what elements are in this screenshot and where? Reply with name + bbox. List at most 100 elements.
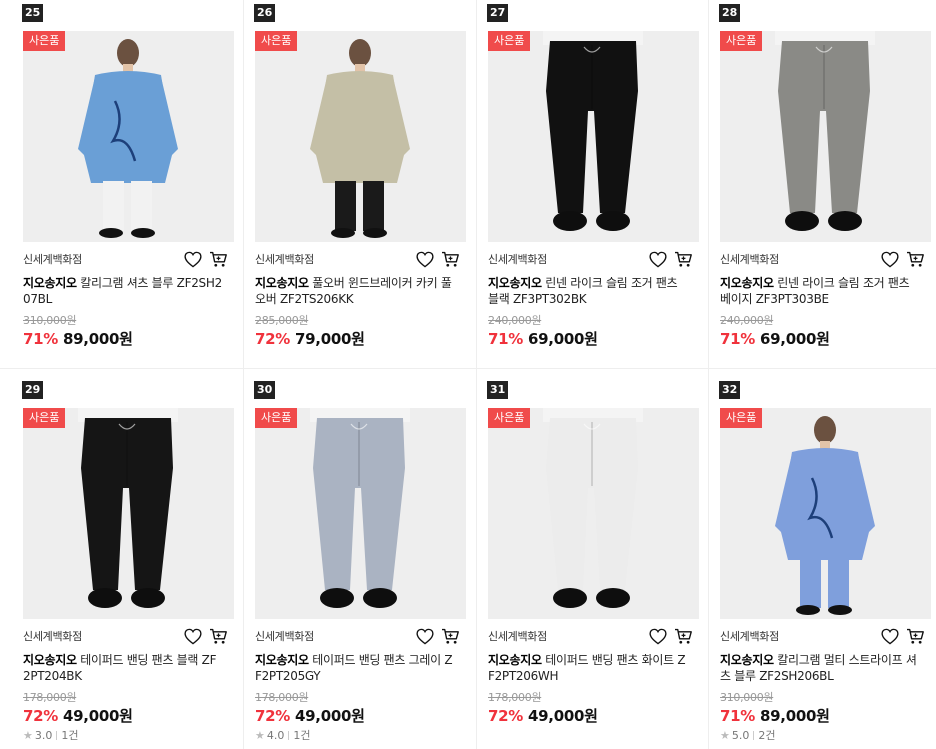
review-count[interactable]: 1건 <box>293 729 310 742</box>
price-amount: 49,000원 <box>528 707 598 725</box>
product-photo <box>488 31 699 242</box>
product-image[interactable]: 사은품 <box>488 408 699 619</box>
rating-row: ★ 4.0 1건 <box>255 727 311 743</box>
product-image[interactable]: 사은품 <box>23 408 234 619</box>
discount-rate: 71% <box>720 330 756 348</box>
discount-rate: 72% <box>255 707 291 725</box>
gift-badge: 사은품 <box>23 31 66 51</box>
sale-price: 72% 49,000원 <box>255 705 365 726</box>
price-amount: 79,000원 <box>295 330 365 348</box>
seller-name[interactable]: 신세계백화점 <box>23 253 82 266</box>
heart-icon[interactable] <box>649 628 667 645</box>
product-photo <box>255 31 466 242</box>
product-photo <box>720 408 931 619</box>
seller-name[interactable]: 신세계백화점 <box>488 253 547 266</box>
heart-icon[interactable] <box>184 628 202 645</box>
brand-name: 지오송지오 <box>720 653 774 667</box>
column-divider <box>243 0 244 749</box>
review-count[interactable]: 1건 <box>61 729 78 742</box>
price-amount: 89,000원 <box>63 330 133 348</box>
brand-name: 지오송지오 <box>488 653 542 667</box>
product-image[interactable]: 사은품 <box>255 408 466 619</box>
discount-rate: 71% <box>720 707 756 725</box>
original-price: 285,000원 <box>255 314 309 327</box>
brand-name: 지오송지오 <box>488 276 542 290</box>
rating-row: ★ 5.0 2건 <box>720 727 776 743</box>
product-photo <box>255 408 466 619</box>
sale-price: 71% 89,000원 <box>23 328 133 349</box>
cart-icon[interactable] <box>906 628 925 645</box>
gift-badge: 사은품 <box>255 31 298 51</box>
product-photo <box>720 31 931 242</box>
original-price: 310,000원 <box>720 691 774 704</box>
gift-badge: 사은품 <box>488 408 531 428</box>
product-name[interactable]: 지오송지오 칼리그램 셔츠 블루 ZF2SH207BL <box>23 275 223 307</box>
heart-icon[interactable] <box>881 251 899 268</box>
cart-icon[interactable] <box>674 628 693 645</box>
seller-name[interactable]: 신세계백화점 <box>488 630 547 643</box>
heart-icon[interactable] <box>416 628 434 645</box>
product-image[interactable]: 사은품 <box>23 31 234 242</box>
product-name[interactable]: 지오송지오 풀오버 윈드브레이커 카키 풀오버 ZF2TS206KK <box>255 275 455 307</box>
cart-icon[interactable] <box>674 251 693 268</box>
rank-badge: 26 <box>254 4 276 22</box>
original-price: 178,000원 <box>488 691 542 704</box>
rating-separator <box>288 731 290 740</box>
cart-icon[interactable] <box>441 628 460 645</box>
heart-icon[interactable] <box>881 628 899 645</box>
gift-badge: 사은품 <box>488 31 531 51</box>
rank-badge: 32 <box>719 381 741 399</box>
product-image[interactable]: 사은품 <box>488 31 699 242</box>
original-price: 310,000원 <box>23 314 77 327</box>
column-divider <box>476 0 477 749</box>
brand-name: 지오송지오 <box>720 276 774 290</box>
heart-icon[interactable] <box>649 251 667 268</box>
seller-name[interactable]: 신세계백화점 <box>255 630 314 643</box>
cart-icon[interactable] <box>209 628 228 645</box>
cart-icon[interactable] <box>441 251 460 268</box>
rating-score: 4.0 <box>266 729 285 742</box>
rating-separator <box>753 731 755 740</box>
product-name[interactable]: 지오송지오 칼리그램 멀티 스트라이프 셔츠 블루 ZF2SH206BL <box>720 652 920 684</box>
product-name[interactable]: 지오송지오 린넨 라이크 슬림 조거 팬츠 베이지 ZF3PT303BE <box>720 275 920 307</box>
product-image[interactable]: 사은품 <box>720 408 931 619</box>
product-image[interactable]: 사은품 <box>720 31 931 242</box>
brand-name: 지오송지오 <box>255 276 309 290</box>
original-price: 240,000원 <box>488 314 542 327</box>
discount-rate: 71% <box>23 330 59 348</box>
sale-price: 71% 69,000원 <box>488 328 598 349</box>
product-grid: 사은품 25 신세계백화점 지오송지오 칼리그램 셔츠 블루 ZF2SH207B… <box>0 0 936 749</box>
rating-row: ★ 3.0 1건 <box>23 727 79 743</box>
product-image[interactable]: 사은품 <box>255 31 466 242</box>
cart-icon[interactable] <box>906 251 925 268</box>
product-name[interactable]: 지오송지오 테이퍼드 밴딩 팬츠 화이트 ZF2PT206WH <box>488 652 688 684</box>
column-divider <box>708 0 709 749</box>
heart-icon[interactable] <box>184 251 202 268</box>
product-name[interactable]: 지오송지오 린넨 라이크 슬림 조거 팬츠 블랙 ZF3PT302BK <box>488 275 688 307</box>
original-price: 240,000원 <box>720 314 774 327</box>
brand-name: 지오송지오 <box>23 276 77 290</box>
sale-price: 72% 79,000원 <box>255 328 365 349</box>
gift-badge: 사은품 <box>720 31 763 51</box>
brand-name: 지오송지오 <box>23 653 77 667</box>
price-amount: 89,000원 <box>760 707 830 725</box>
product-name[interactable]: 지오송지오 테이퍼드 밴딩 팬츠 그레이 ZF2PT205GY <box>255 652 455 684</box>
price-amount: 49,000원 <box>295 707 365 725</box>
rank-badge: 30 <box>254 381 276 399</box>
cart-icon[interactable] <box>209 251 228 268</box>
sale-price: 71% 69,000원 <box>720 328 830 349</box>
seller-name[interactable]: 신세계백화점 <box>720 630 779 643</box>
price-amount: 49,000원 <box>63 707 133 725</box>
review-count[interactable]: 2건 <box>758 729 775 742</box>
rating-score: 5.0 <box>731 729 750 742</box>
discount-rate: 72% <box>23 707 59 725</box>
original-price: 178,000원 <box>255 691 309 704</box>
seller-name[interactable]: 신세계백화점 <box>255 253 314 266</box>
product-name[interactable]: 지오송지오 테이퍼드 밴딩 팬츠 블랙 ZF2PT204BK <box>23 652 223 684</box>
heart-icon[interactable] <box>416 251 434 268</box>
gift-badge: 사은품 <box>720 408 763 428</box>
seller-name[interactable]: 신세계백화점 <box>720 253 779 266</box>
discount-rate: 72% <box>488 707 524 725</box>
seller-name[interactable]: 신세계백화점 <box>23 630 82 643</box>
product-photo <box>23 408 234 619</box>
